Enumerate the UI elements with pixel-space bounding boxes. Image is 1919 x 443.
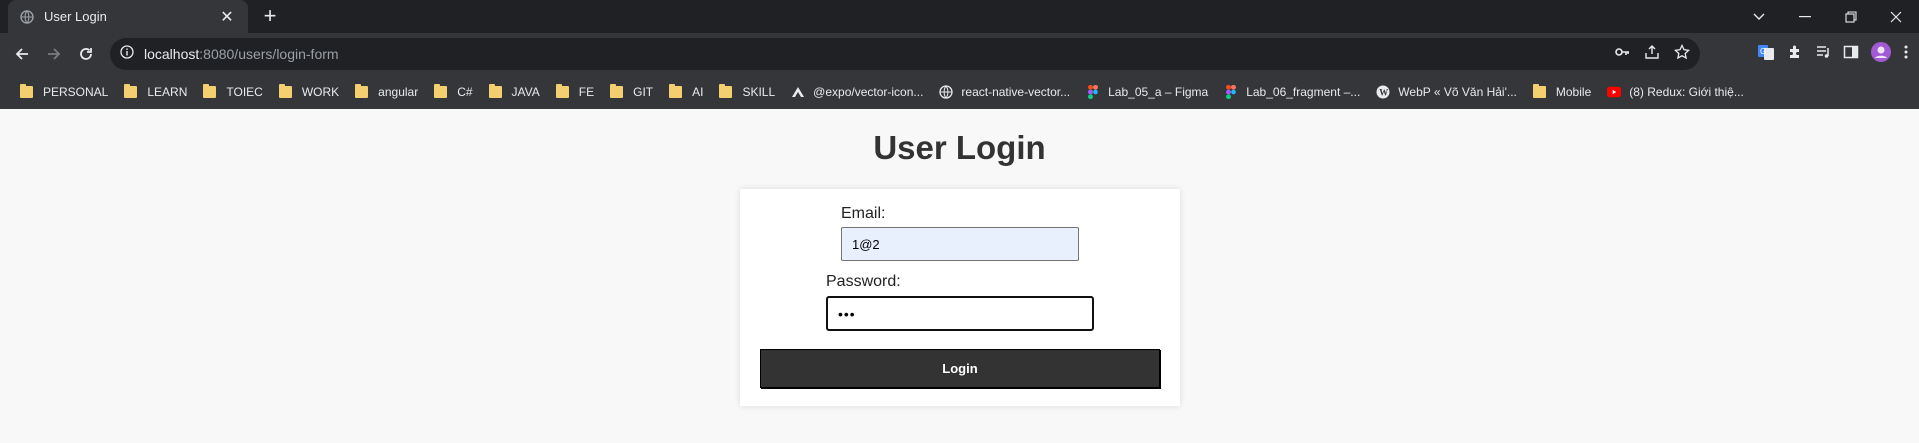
bookmark-label: JAVA [511,85,540,99]
figma-icon [1086,85,1100,99]
expo-icon [791,85,805,99]
folder-icon [488,84,502,98]
bookmark-label: WORK [301,85,340,99]
url-text[interactable]: localhost:8080/users/login-form [144,46,339,62]
bookmark-item[interactable]: angular [347,79,426,105]
bookmark-label: angular [378,85,419,99]
share-icon[interactable] [1644,44,1660,65]
bookmark-item[interactable]: react-native-vector... [931,79,1078,105]
bookmark-label: FE [578,85,595,99]
bookmark-item[interactable]: GIT [602,79,661,105]
tab-search-icon[interactable] [1736,0,1782,33]
bookmark-item[interactable]: W WebP « Võ Văn Hải'... [1368,79,1525,105]
bookmark-item[interactable]: @expo/vector-icon... [783,79,931,105]
page-title: User Login [873,129,1046,166]
folder-icon [355,84,369,98]
password-label: Password: [826,273,901,290]
bookmarks-bar: PERSONAL LEARN TOIEC WORK angular C# JAVA FE GIT… [0,75,1919,109]
folder-icon [555,84,569,98]
bookmark-label: LEARN [147,85,188,99]
email-value: 1@2 [852,236,880,252]
media-control-icon[interactable] [1815,44,1831,65]
reload-icon[interactable] [72,40,100,68]
folder-icon [610,84,624,98]
new-tab-button[interactable]: + [258,5,282,29]
bookmark-item[interactable]: SKILL [711,79,783,105]
back-icon[interactable] [8,40,36,68]
bookmark-item[interactable]: Mobile [1525,79,1599,105]
restore-icon[interactable] [1828,0,1874,33]
menu-kebab-icon[interactable] [1903,44,1909,65]
browser-toolbar: localhost:8080/users/login-form G [0,33,1919,75]
bookmark-star-icon[interactable] [1673,43,1691,65]
address-bar[interactable]: localhost:8080/users/login-form [110,38,1700,70]
bookmark-label: C# [457,85,473,99]
folder-icon [278,84,292,98]
bookmark-item[interactable]: Lab_06_fragment –... [1216,79,1368,105]
bookmark-item[interactable]: JAVA [481,79,548,105]
folder-icon [1532,84,1546,98]
bookmark-label: TOIEC [226,85,263,99]
profile-avatar[interactable] [1871,41,1891,67]
minimize-icon[interactable] [1782,0,1828,33]
forward-icon[interactable] [40,40,68,68]
bookmark-label: PERSONAL [43,85,109,99]
bookmark-label: WebP « Võ Văn Hải'... [1398,85,1517,99]
site-info-icon[interactable] [120,44,134,64]
key-icon[interactable] [1614,44,1630,65]
bookmark-item[interactable]: WORK [271,79,347,105]
figma-icon [1224,85,1238,99]
bookmark-label: AI [692,85,704,99]
bookmark-label: Lab_06_fragment –... [1246,85,1361,99]
bookmark-label: @expo/vector-icon... [813,85,924,99]
password-value: ••• [838,305,856,322]
globe-icon [20,9,34,24]
bookmark-item[interactable]: TOIEC [195,79,270,105]
bookmark-label: react-native-vector... [961,85,1071,99]
bookmark-item[interactable]: LEARN [116,79,195,105]
svg-text:G: G [1760,47,1766,56]
bookmark-label: SKILL [742,85,776,99]
email-label: Email: [841,205,886,222]
folder-icon [434,84,448,98]
youtube-icon [1607,85,1622,99]
folder-icon [20,84,33,98]
side-panel-icon[interactable] [1843,44,1859,65]
bookmark-item[interactable]: AI [661,79,711,105]
bookmark-item[interactable]: (8) Redux: Giới thiệ... [1599,79,1752,105]
tab-close-icon[interactable]: ✕ [218,7,236,27]
folder-icon [203,84,217,98]
url-host: localhost [144,46,200,62]
browser-tab[interactable]: User Login ✕ [8,0,248,33]
folder-icon [669,84,683,98]
bookmark-item[interactable]: C# [426,79,480,105]
page-content: User Login Email: 1@2 Password: ••• Logi… [0,109,1919,443]
close-window-icon[interactable] [1873,0,1919,33]
bookmark-label: Mobile [1555,85,1592,99]
tab-strip: User Login ✕ + [0,0,1919,33]
login-button[interactable]: Login [760,349,1160,388]
globe-icon [939,85,954,99]
wordpress-icon: W [1376,85,1390,99]
tab-title: User Login [44,9,107,24]
bookmark-label: Lab_05_a – Figma [1108,85,1209,99]
extensions-puzzle-icon[interactable] [1787,44,1803,65]
password-field[interactable]: ••• [826,296,1094,331]
url-path: :8080/users/login-form [199,46,339,62]
bookmark-item[interactable]: Lab_05_a – Figma [1078,79,1216,105]
folder-icon [719,84,733,98]
bookmark-item[interactable]: FE [548,79,602,105]
email-field[interactable]: 1@2 [841,227,1079,261]
svg-text:W: W [1379,88,1388,98]
bookmark-label: (8) Redux: Giới thiệ... [1629,85,1744,99]
bookmark-label: GIT [633,85,654,99]
bookmark-item[interactable]: PERSONAL [12,79,116,105]
folder-icon [124,84,138,98]
translate-extension-icon[interactable]: G [1757,43,1775,66]
login-form: Email: 1@2 Password: ••• Login [740,189,1180,406]
